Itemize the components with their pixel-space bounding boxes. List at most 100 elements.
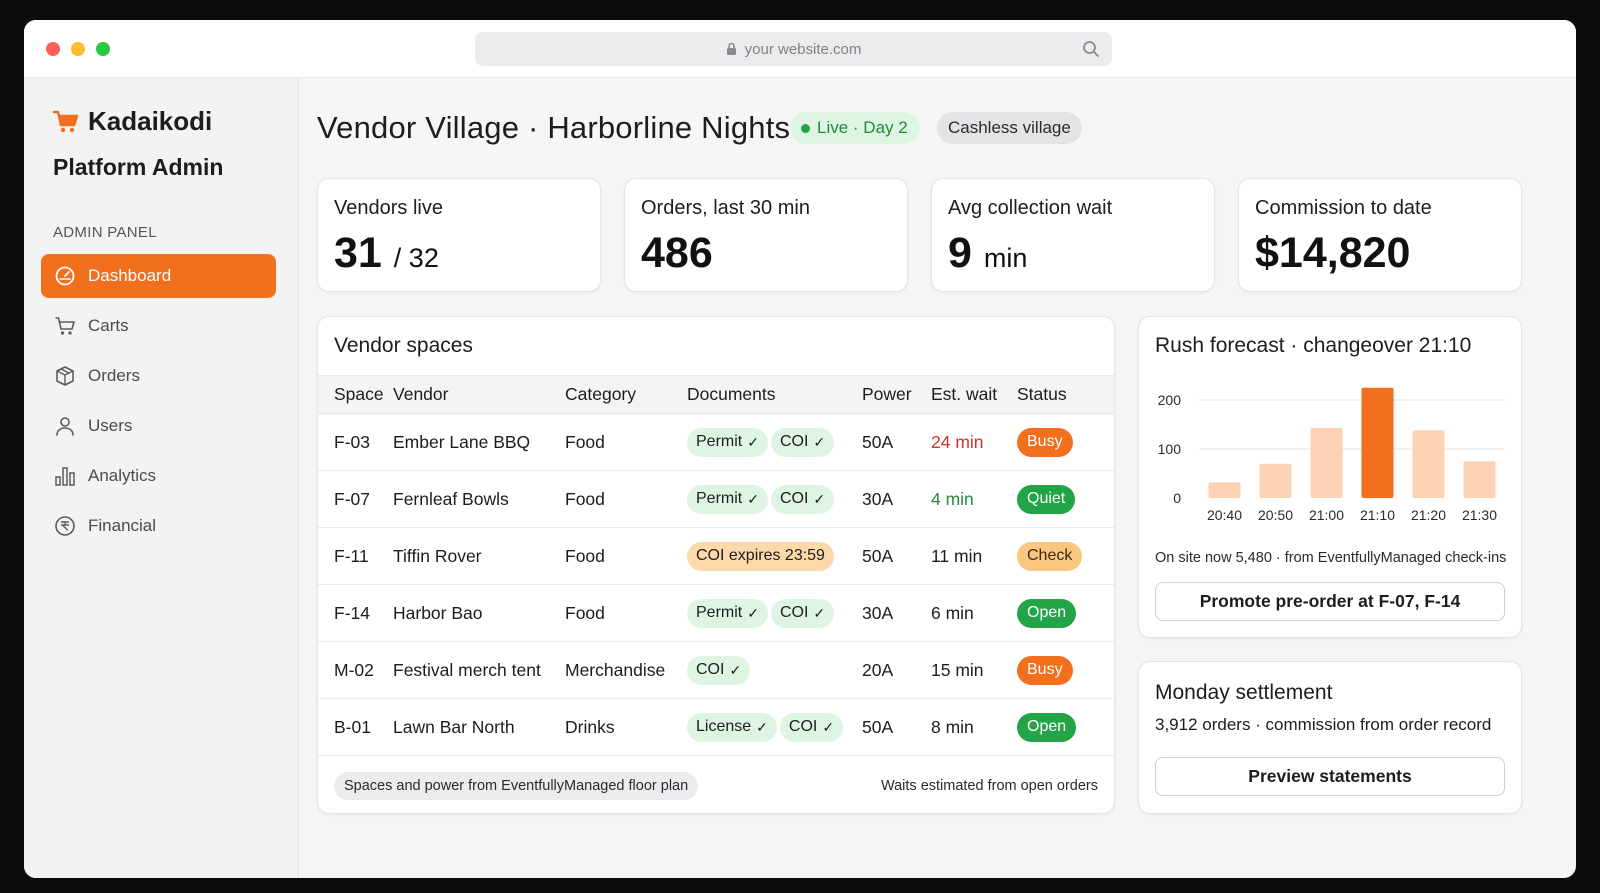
sidebar-item-analytics[interactable]: Analytics xyxy=(41,454,276,498)
floor-plan-source-pill: Spaces and power from EventfullyManaged … xyxy=(334,772,699,800)
sidebar-item-carts[interactable]: Carts xyxy=(41,304,276,348)
cell-documents: Permit ✓ COI ✓ xyxy=(687,585,862,642)
y-tick-label: 200 xyxy=(1158,392,1182,408)
document-badge[interactable]: COI ✓ xyxy=(770,484,835,514)
kpi-label: Avg collection wait xyxy=(948,197,1113,219)
status-badge: Busy xyxy=(1017,655,1073,685)
minimize-window-button[interactable] xyxy=(71,42,85,56)
bar-2050[interactable] xyxy=(1259,463,1292,498)
cell-category: Food xyxy=(565,545,605,566)
sidebar-item-label: Analytics xyxy=(88,466,157,485)
promote-preorder-button[interactable]: Promote pre-order at F-07, F-14 xyxy=(1155,582,1505,621)
cell-vendor: Tiffin Rover xyxy=(393,545,482,566)
rupee-icon xyxy=(55,516,75,536)
cell-vendor: Festival merch tent xyxy=(393,659,541,680)
brand[interactable]: Kadaikodi xyxy=(52,106,212,137)
document-badge[interactable]: COI ✓ xyxy=(770,598,835,628)
main-content: Vendor Village · Harborline Nights Live … xyxy=(317,78,1576,878)
cell-documents: Permit ✓ COI ✓ xyxy=(687,414,862,471)
cell-status: Check xyxy=(1017,528,1114,585)
document-badge[interactable]: Permit ✓ xyxy=(687,427,768,457)
column-header[interactable]: Space xyxy=(318,376,393,414)
cell-category: Merchandise xyxy=(565,659,666,680)
cart-logo-icon xyxy=(52,110,79,132)
cell-vendor: Fernleaf Bowls xyxy=(393,488,509,509)
sidebar-item-financial[interactable]: Financial xyxy=(41,504,276,548)
sidebar-item-users[interactable]: Users xyxy=(41,404,276,448)
kpi-number: 31 xyxy=(334,229,382,277)
sidebar-item-orders[interactable]: Orders xyxy=(41,354,276,398)
x-tick-label: 20:40 xyxy=(1207,507,1242,523)
status-badge: Quiet xyxy=(1017,484,1076,514)
column-header[interactable]: Vendor xyxy=(393,376,565,414)
column-header[interactable]: Documents xyxy=(687,376,862,414)
cell-space: F-07 xyxy=(334,488,370,509)
document-badge[interactable]: COI ✓ xyxy=(687,655,751,685)
document-badge[interactable]: License ✓ xyxy=(687,712,777,742)
document-badge[interactable]: Permit ✓ xyxy=(687,598,768,628)
document-badge[interactable]: COI ✓ xyxy=(779,712,844,742)
bar-2120[interactable] xyxy=(1412,430,1445,498)
cell-power: 20A xyxy=(862,659,894,680)
x-tick-label: 21:10 xyxy=(1360,507,1395,523)
cell-documents: COI expires 23:59 xyxy=(687,528,862,585)
bar-2040[interactable] xyxy=(1208,482,1241,498)
x-tick-label: 20:50 xyxy=(1258,507,1293,523)
sidebar-item-label: Carts xyxy=(88,316,129,335)
table-row[interactable]: F-11 Tiffin Rover Food COI expires 23:59 50A… xyxy=(318,528,1114,585)
vendor-spaces-title: Vendor spaces xyxy=(334,334,473,357)
rush-forecast-card: Rush forecast · changeover 21:10 0 100 200… xyxy=(1138,316,1522,638)
kpi-value: 31 / 32 xyxy=(334,229,439,278)
cell-documents: Permit ✓ COI ✓ xyxy=(687,471,862,528)
kpi-collection-wait: Avg collection wait 9 min xyxy=(931,178,1215,292)
sidebar-item-dashboard[interactable]: Dashboard xyxy=(41,254,276,298)
sidebar-item-label: Financial xyxy=(88,516,157,535)
cell-status: Busy xyxy=(1017,642,1114,699)
kpi-value: $14,820 xyxy=(1255,229,1410,278)
column-header[interactable]: Category xyxy=(565,376,687,414)
table-row[interactable]: F-03 Ember Lane BBQ Food Permit ✓ COI ✓ 50A 24 m… xyxy=(318,414,1114,471)
search-icon[interactable] xyxy=(1082,40,1100,58)
cell-space: F-11 xyxy=(334,545,369,566)
url-bar[interactable]: your website.com xyxy=(475,32,1112,66)
table-row[interactable]: M-02 Festival merch tent Merchandise COI ✓ 20… xyxy=(318,642,1114,699)
document-label: COI xyxy=(696,661,725,678)
cell-documents: COI ✓ xyxy=(687,642,862,699)
bar-2110[interactable] xyxy=(1361,387,1394,498)
table-row[interactable]: F-14 Harbor Bao Food Permit ✓ COI ✓ 30A 6 min Ope… xyxy=(318,585,1114,642)
close-window-button[interactable] xyxy=(46,42,60,56)
maximize-window-button[interactable] xyxy=(96,42,110,56)
table-row[interactable]: F-07 Fernleaf Bowls Food Permit ✓ COI ✓ 30A 4 mi… xyxy=(318,471,1114,528)
document-label: COI expires 23:59 xyxy=(696,547,825,564)
column-header[interactable]: Power xyxy=(862,376,931,414)
brand-name: Kadaikodi xyxy=(88,106,213,136)
box-icon xyxy=(56,366,74,386)
cell-power: 50A xyxy=(862,716,894,737)
column-header[interactable]: Est. wait xyxy=(931,376,1017,414)
column-header[interactable]: Status xyxy=(1017,376,1114,414)
check-icon: ✓ xyxy=(813,433,826,450)
document-badge[interactable]: COI expires 23:59 xyxy=(687,541,834,571)
y-tick-label: 0 xyxy=(1173,490,1181,506)
preview-statements-button[interactable]: Preview statements xyxy=(1155,757,1505,796)
kpi-number: 9 xyxy=(948,229,972,277)
kpi-label: Orders, last 30 min xyxy=(641,197,810,219)
cell-status: Busy xyxy=(1017,414,1114,471)
bar-2100[interactable] xyxy=(1310,427,1343,498)
kpi-commission: Commission to date $14,820 xyxy=(1238,178,1522,292)
document-badge[interactable]: COI ✓ xyxy=(770,427,835,457)
bar-2130[interactable] xyxy=(1463,461,1496,498)
kpi-suffix: / 32 xyxy=(393,243,439,273)
vendor-spaces-table: Space Vendor Category Documents Power Es… xyxy=(318,375,1114,756)
table-row[interactable]: B-01 Lawn Bar North Drinks License ✓ COI ✓ 50A 8… xyxy=(318,699,1114,756)
status-badge: Check xyxy=(1017,541,1083,571)
wait-estimate-note: Waits estimated from open orders xyxy=(880,778,1098,794)
document-badge[interactable]: Permit ✓ xyxy=(687,484,768,514)
cell-category: Drinks xyxy=(565,716,615,737)
sidebar-item-label: Users xyxy=(88,416,133,435)
vendor-rows: F-03 Ember Lane BBQ Food Permit ✓ COI ✓ 50A 24 m… xyxy=(318,414,1114,756)
settlement-subtitle: 3,912 orders · commission from order rec… xyxy=(1155,715,1492,734)
live-dot-icon xyxy=(801,123,810,133)
cell-space: F-14 xyxy=(334,602,370,623)
kpi-number: 486 xyxy=(641,229,713,277)
